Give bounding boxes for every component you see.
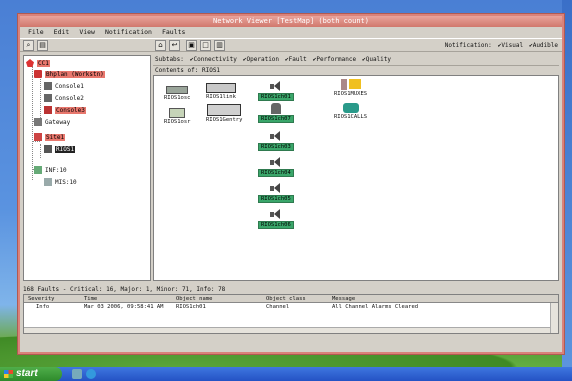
speaker-icon (269, 157, 283, 168)
tree-item-console1[interactable]: Console1 (44, 81, 84, 91)
speaker-icon (269, 183, 283, 194)
menu-faults[interactable]: Faults (162, 27, 185, 38)
audible-checkbox[interactable]: ✔Audible (529, 42, 558, 49)
back-icon[interactable]: ↩ (169, 39, 180, 51)
tree-item-workstation[interactable]: Bhplan (Workstn) (34, 69, 105, 79)
menu-edit[interactable]: Edit (54, 27, 70, 38)
server-icon (34, 70, 42, 78)
subtab-operation[interactable]: ✔Operation (243, 55, 279, 65)
console-icon (44, 106, 52, 114)
menu-notification[interactable]: Notification (105, 27, 152, 38)
column-severity[interactable]: Severity (24, 295, 84, 302)
tree-toggle-icon[interactable]: ▤ (37, 39, 48, 51)
speaker-icon (269, 81, 283, 92)
notification-label: Notification: (444, 41, 492, 49)
fault-panel: 168 Faults - Critical: 16, Major: 1, Min… (23, 285, 559, 337)
device-icon (169, 108, 186, 118)
layout2-icon[interactable]: □ (200, 39, 211, 51)
main-area: CC1 Bhplan (Workstn) Console1 Console2 C… (20, 53, 562, 283)
network-tree: CC1 Bhplan (Workstn) Console1 Console2 C… (23, 55, 151, 281)
start-button[interactable]: start (0, 367, 62, 381)
subtabs-bar: Subtabs: ✔Connectivity ✔Operation ✔Fault… (153, 55, 559, 65)
column-message[interactable]: Message (332, 295, 558, 302)
menu-view[interactable]: View (79, 27, 95, 38)
column-object-name[interactable]: Object name (176, 295, 266, 302)
column-object-class[interactable]: Object class (266, 295, 332, 302)
node-rios1muxes[interactable]: RIOS1MUXES (334, 79, 367, 97)
node-rios1osr[interactable]: RIOS1osr (164, 108, 191, 125)
node-rios1ch07[interactable]: RIOS1ch07 (258, 103, 294, 123)
tree-item-mis10[interactable]: MIS:10 (44, 177, 77, 187)
window-title: Network Viewer [TestMap] (both count) (20, 16, 562, 27)
tree-item-console2[interactable]: Console2 (44, 93, 84, 103)
gateway-icon (34, 118, 42, 126)
visual-checkbox[interactable]: ✔Visual (498, 42, 523, 49)
device-icon (166, 86, 189, 94)
subtab-quality[interactable]: ✔Quality (362, 55, 391, 65)
speaker-icon (269, 131, 283, 142)
toolbar: ⌕ ▤ ⌂ ↩ ▣ □ ▥ Notification: ✔Visual ✔Aud… (20, 38, 562, 52)
node-rios1ch01[interactable]: RIOS1ch01 (258, 81, 294, 101)
rack-icon (207, 104, 242, 116)
fault-scrollbar-horizontal[interactable] (24, 327, 550, 333)
lock-icon (270, 103, 281, 114)
windows-logo-icon (4, 370, 13, 378)
menu-bar: File Edit View Notification Faults (20, 27, 562, 38)
fault-table-header: Severity Time Object name Object class M… (24, 295, 558, 303)
tree-item-cc1[interactable]: CC1 (26, 58, 50, 68)
quicklaunch-icon[interactable] (72, 369, 82, 379)
node-rios1ch04[interactable]: RIOS1ch04 (258, 157, 294, 177)
fault-scrollbar-vertical[interactable] (550, 303, 558, 333)
node-rios1ch03[interactable]: RIOS1ch03 (258, 131, 294, 151)
column-time[interactable]: Time (84, 295, 176, 302)
folder-icon (348, 79, 361, 89)
rios-icon (44, 145, 52, 153)
fault-summary: 168 Faults - Critical: 16, Major: 1, Min… (23, 286, 226, 293)
fault-table: Severity Time Object name Object class M… (23, 294, 559, 334)
speaker-icon (269, 209, 283, 220)
layout1-icon[interactable]: ▣ (186, 39, 197, 51)
topology-canvas: RIOS1osc RIOS1link RIOS1ch01 RIOS1MUXES (153, 75, 559, 281)
node-rios1calls[interactable]: RIOS1CALLS (334, 103, 367, 120)
site-icon (34, 133, 42, 141)
node-rios1link[interactable]: RIOS1link (206, 83, 236, 100)
console-icon (44, 94, 52, 102)
layout3-icon[interactable]: ▥ (214, 39, 225, 51)
cluster-icon (26, 59, 34, 67)
tree-item-rios1[interactable]: RIOS1 (44, 144, 76, 154)
content-pane: Subtabs: ✔Connectivity ✔Operation ✔Fault… (153, 55, 559, 281)
view-toolbar: ⌂ ↩ ▣ □ ▥ (152, 39, 225, 51)
network-icon (44, 178, 52, 186)
notification-options: Notification: ✔Visual ✔Audible (445, 42, 562, 49)
subtabs-label: Subtabs: (155, 56, 184, 63)
phone-icon (342, 103, 359, 113)
node-rios1gentry[interactable]: RIOS1Gentry (206, 104, 242, 123)
network-viewer-window: Network Viewer [TestMap] (both count) Fi… (18, 14, 564, 354)
subtab-fault[interactable]: ✔Fault (285, 55, 307, 65)
mux-icon (340, 79, 347, 90)
home-icon[interactable]: ⌂ (155, 39, 166, 51)
browser-icon[interactable] (86, 369, 96, 379)
table-row[interactable]: Info Mar 03 2006, 09:58:41 AM RIOS1ch01 … (24, 303, 558, 311)
binoculars-icon[interactable]: ⌕ (23, 39, 34, 51)
console-icon (44, 82, 52, 90)
node-rios1osc[interactable]: RIOS1osc (164, 86, 191, 101)
node-rios1ch05[interactable]: RIOS1ch05 (258, 183, 294, 203)
subtab-connectivity[interactable]: ✔Connectivity (190, 55, 237, 65)
subtab-performance[interactable]: ✔Performance (313, 55, 356, 65)
taskbar: start (0, 367, 572, 381)
tree-item-console3[interactable]: Console3 (44, 105, 86, 115)
tree-item-inf10[interactable]: INF:10 (34, 165, 67, 175)
menu-file[interactable]: File (28, 27, 44, 38)
tree-item-site1[interactable]: Site1 (34, 132, 66, 142)
rack-icon (206, 83, 236, 93)
node-rios1ch06[interactable]: RIOS1ch06 (258, 209, 294, 229)
network-icon (34, 166, 42, 174)
tree-item-gateway[interactable]: Gateway (34, 117, 70, 127)
contents-of-label: Contents of: RIOS1 (153, 65, 559, 74)
contents-value: RIOS1 (201, 67, 221, 74)
